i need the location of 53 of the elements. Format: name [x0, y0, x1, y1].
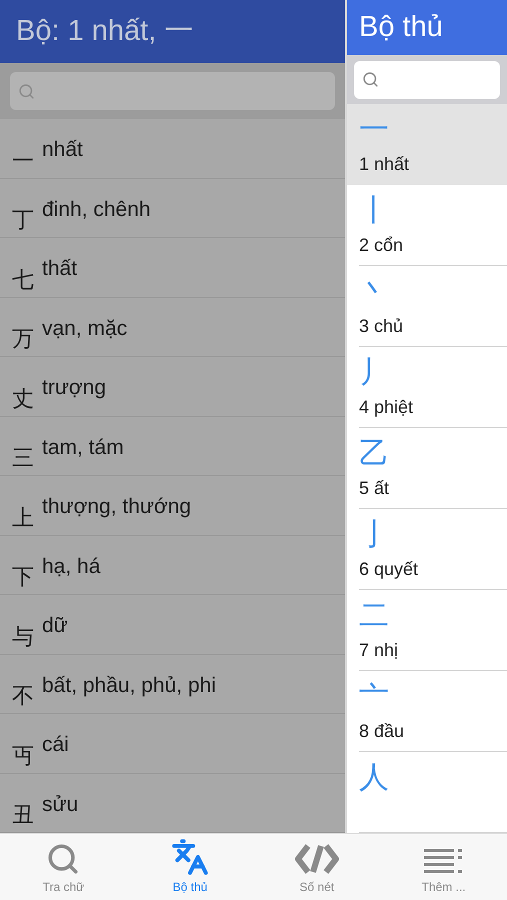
- radical-glyph: 乙: [359, 439, 390, 469]
- reading-text: hạ, há: [42, 554, 100, 580]
- character-glyph: 万: [12, 328, 34, 350]
- character-glyph: 丑: [12, 804, 34, 826]
- character-glyph: 一: [12, 150, 34, 172]
- list-icon: [424, 846, 464, 876]
- radical-label: 1 nhất: [359, 153, 410, 176]
- radical-glyph: 人: [359, 763, 390, 793]
- character-glyph: 丈: [12, 388, 34, 410]
- character-glyph: 丏: [12, 744, 34, 766]
- search-icon: [362, 71, 379, 88]
- radical-label: 4 phiệt: [359, 396, 414, 419]
- header-title: Bộ: 1 nhất, 一: [16, 14, 194, 49]
- reading-text: đinh, chênh: [42, 196, 151, 222]
- translate-icon: [171, 838, 210, 876]
- search-field[interactable]: [10, 72, 335, 110]
- radical-label: 5 ất: [359, 477, 390, 500]
- reading-text: thượng, thướng: [42, 494, 192, 520]
- character-glyph: 不: [12, 685, 34, 707]
- character-glyph: 丁: [12, 209, 34, 231]
- radical-glyph: 丶: [359, 277, 390, 307]
- character-glyph: 三: [12, 447, 34, 469]
- radical-glyph: 亅: [359, 520, 390, 550]
- radical-label: 7 nhị: [359, 639, 400, 662]
- radical-glyph: 丿: [359, 358, 390, 388]
- character-glyph: 下: [12, 566, 34, 588]
- reading-text: thất: [42, 256, 78, 282]
- reading-text: sửu: [42, 792, 78, 818]
- reading-text: nhất: [42, 137, 83, 163]
- header-title: Bộ thủ: [359, 10, 443, 45]
- search-icon: [18, 82, 35, 100]
- radical-glyph: 丨: [359, 196, 390, 226]
- radical-glyph: 一: [359, 115, 390, 145]
- character-glyph: 七: [12, 268, 34, 290]
- reading-text: vạn, mặc: [42, 316, 128, 342]
- reading-text: tam, tám: [42, 434, 124, 460]
- radical-label: 6 quyết: [359, 558, 420, 581]
- radical-label: 3 chủ: [359, 315, 404, 338]
- reading-text: trượng: [42, 375, 106, 401]
- character-glyph: 上: [12, 506, 34, 528]
- radical-row[interactable]: 一 1 nhất: [347, 104, 507, 185]
- reading-text: dữ: [42, 613, 68, 639]
- radical-glyph: 二: [359, 601, 390, 631]
- radical-glyph: 亠: [359, 682, 390, 712]
- character-glyph: 与: [12, 626, 34, 648]
- radical-label: 2 cổn: [359, 234, 404, 257]
- reading-text: bất, phầu, phủ, phi: [42, 672, 216, 698]
- reading-text: cái: [42, 732, 69, 758]
- radical-label: 8 đầu: [359, 720, 406, 743]
- search-icon: [46, 842, 80, 876]
- slash-chevrons-icon: [294, 842, 340, 876]
- search-field[interactable]: [354, 60, 500, 99]
- tab-button[interactable]: Bộ thủ: [126, 834, 254, 900]
